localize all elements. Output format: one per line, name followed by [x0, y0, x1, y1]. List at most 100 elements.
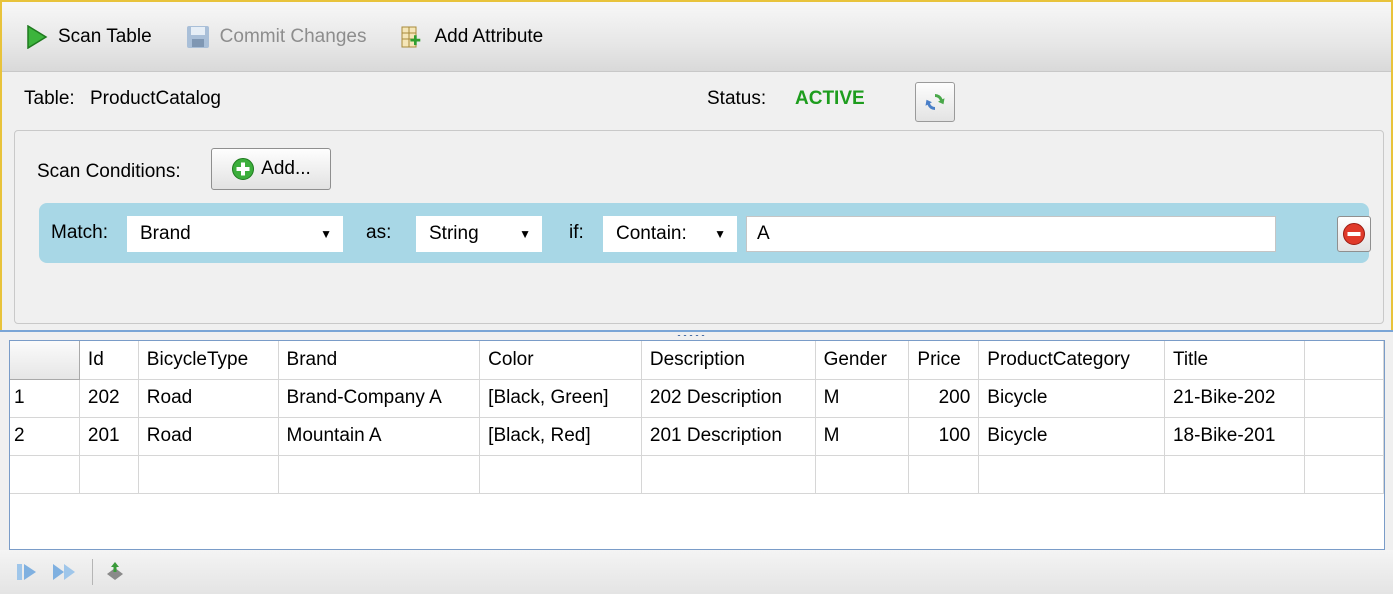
table-name: ProductCatalog: [90, 88, 221, 109]
refresh-icon: [925, 94, 945, 110]
chevron-down-icon: ▼: [320, 227, 332, 241]
if-label: if:: [569, 222, 584, 243]
column-header-productcategory[interactable]: ProductCategory: [978, 341, 1165, 380]
refresh-status-button[interactable]: [915, 82, 955, 122]
scan-table-button[interactable]: Scan Table: [26, 24, 152, 49]
attribute-value: Brand: [140, 223, 191, 244]
chevron-down-icon: ▼: [710, 217, 726, 251]
separator: [92, 559, 93, 585]
cell-description[interactable]: 202 Description: [641, 379, 816, 418]
match-label: Match:: [51, 222, 109, 243]
cell-id[interactable]: 201: [79, 417, 139, 456]
cell-title[interactable]: 21-Bike-202: [1164, 379, 1305, 418]
status-label: Status:: [707, 88, 767, 109]
splitter-grip[interactable]: [676, 334, 706, 337]
attribute-select[interactable]: Brand ▼: [127, 216, 343, 252]
add-column-icon: [401, 26, 421, 47]
select-all-cell[interactable]: [10, 341, 80, 380]
next-page-icon: [17, 564, 36, 580]
cell-productcategory[interactable]: Bicycle: [978, 379, 1165, 418]
cell-color[interactable]: [Black, Green]: [479, 379, 642, 418]
commit-changes-button[interactable]: Commit Changes: [186, 25, 367, 49]
remove-icon: [1343, 223, 1365, 245]
column-header-filler: [1304, 341, 1384, 380]
operator-select[interactable]: Contain: ▼: [603, 216, 737, 252]
cell-productcategory[interactable]: Bicycle: [978, 417, 1165, 456]
column-header-id[interactable]: Id: [79, 341, 139, 380]
table-label: Table:: [24, 88, 75, 109]
export-button[interactable]: [103, 560, 127, 584]
add-condition-label: Add...: [261, 158, 311, 179]
table-row[interactable]: 2 201 Road Mountain A [Black, Red] 201 D…: [10, 417, 1384, 456]
new-cell[interactable]: [1164, 455, 1305, 494]
cell-bicycletype[interactable]: Road: [138, 379, 279, 418]
last-page-button[interactable]: [50, 561, 80, 583]
new-cell[interactable]: [815, 455, 910, 494]
panel-splitter[interactable]: [0, 330, 1393, 340]
column-header-bicycletype[interactable]: BicycleType: [138, 341, 279, 380]
column-header-title[interactable]: Title: [1164, 341, 1305, 380]
cell-bicycletype[interactable]: Road: [138, 417, 279, 456]
toolbar: Scan Table Commit Changes Add Attribute: [2, 2, 1391, 72]
header-row: Id BicycleType Brand Color Description G…: [10, 341, 1384, 380]
row-number[interactable]: 1: [10, 379, 80, 418]
scan-conditions-group: Scan Conditions: Add... Match: Brand ▼ a…: [14, 130, 1384, 324]
cell-brand[interactable]: Brand-Company A: [278, 379, 481, 418]
status-badge: ACTIVE: [795, 88, 865, 109]
cell-title[interactable]: 18-Bike-201: [1164, 417, 1305, 456]
new-cell: [1304, 455, 1384, 494]
new-cell[interactable]: [138, 455, 279, 494]
results-table: Id BicycleType Brand Color Description G…: [10, 341, 1384, 494]
commit-changes-label: Commit Changes: [219, 25, 367, 47]
export-icon: [107, 562, 123, 580]
condition-value-input[interactable]: A: [746, 216, 1276, 252]
new-cell[interactable]: [278, 455, 481, 494]
cell-id[interactable]: 202: [79, 379, 139, 418]
add-attribute-button[interactable]: Add Attribute: [400, 25, 543, 49]
scan-table-label: Scan Table: [58, 25, 152, 47]
cell-filler: [1304, 379, 1384, 418]
cell-gender[interactable]: M: [815, 417, 910, 456]
column-header-color[interactable]: Color: [479, 341, 642, 380]
add-condition-button[interactable]: Add...: [211, 148, 331, 190]
column-header-gender[interactable]: Gender: [815, 341, 910, 380]
new-cell[interactable]: [479, 455, 642, 494]
cell-gender[interactable]: M: [815, 379, 910, 418]
condition-value: A: [757, 223, 770, 244]
scan-conditions-label: Scan Conditions:: [37, 161, 181, 182]
column-header-price[interactable]: Price: [908, 341, 980, 380]
cell-description[interactable]: 201 Description: [641, 417, 816, 456]
cell-price[interactable]: 200: [908, 379, 980, 418]
row-number[interactable]: 2: [10, 417, 80, 456]
query-panel: Scan Table Commit Changes Add Attribute …: [0, 0, 1393, 330]
fast-forward-icon: [53, 564, 75, 580]
cell-filler: [1304, 417, 1384, 456]
table-info-row: Table: ProductCatalog Status: ACTIVE: [24, 82, 1384, 122]
chevron-down-icon: ▼: [519, 227, 531, 241]
column-header-description[interactable]: Description: [641, 341, 816, 380]
add-attribute-label: Add Attribute: [434, 25, 544, 47]
as-label: as:: [366, 222, 392, 243]
new-cell[interactable]: [978, 455, 1165, 494]
new-cell[interactable]: [908, 455, 980, 494]
dynamodb-table-browser: Scan Table Commit Changes Add Attribute …: [0, 0, 1393, 594]
save-icon: [186, 25, 209, 48]
cell-brand[interactable]: Mountain A: [278, 417, 481, 456]
next-page-button[interactable]: [14, 561, 40, 583]
new-row[interactable]: [10, 455, 1384, 494]
type-value: String: [429, 223, 479, 244]
column-header-brand[interactable]: Brand: [278, 341, 481, 380]
condition-row: Match: Brand ▼ as: String ▼ if: Contain:…: [39, 203, 1371, 263]
new-cell[interactable]: [641, 455, 816, 494]
grid-navigation-bar: [0, 550, 1393, 594]
new-row-header[interactable]: [10, 455, 80, 494]
operator-value: Contain:: [616, 223, 687, 244]
table-row[interactable]: 1 202 Road Brand-Company A [Black, Green…: [10, 379, 1384, 418]
type-select[interactable]: String ▼: [416, 216, 542, 252]
new-cell[interactable]: [79, 455, 139, 494]
remove-condition-button[interactable]: [1337, 216, 1371, 252]
cell-color[interactable]: [Black, Red]: [479, 417, 642, 456]
cell-price[interactable]: 100: [908, 417, 980, 456]
results-grid[interactable]: Id BicycleType Brand Color Description G…: [9, 340, 1385, 550]
add-icon: [232, 158, 255, 180]
